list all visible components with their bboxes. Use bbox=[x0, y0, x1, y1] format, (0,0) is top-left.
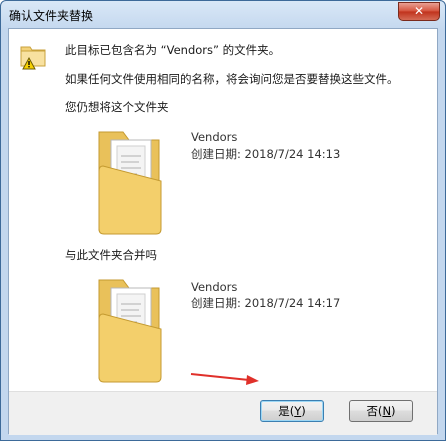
no-mnemonic: N bbox=[382, 404, 392, 418]
yes-button-label: 是( bbox=[278, 404, 295, 418]
title-bar[interactable]: 确认文件夹替换 ✕ bbox=[1, 1, 445, 27]
no-button-label: 否( bbox=[366, 404, 383, 418]
source-folder-icon[interactable] bbox=[81, 274, 181, 384]
message-line-2: 如果任何文件使用相同的名称，将会询问您是否要替换这些文件。 bbox=[65, 72, 399, 86]
confirm-folder-replace-dialog: 确认文件夹替换 ✕ 此目标已包含名为 “Vendors” 的文件夹。 如果任何文… bbox=[0, 0, 446, 441]
target-folder-date: 创建日期: 2018/7/24 14:13 bbox=[191, 147, 341, 161]
close-button[interactable]: ✕ bbox=[398, 2, 440, 21]
message-line-1: 此目标已包含名为 “Vendors” 的文件夹。 bbox=[65, 43, 281, 57]
message-line-3: 您仍想将这个文件夹 bbox=[65, 100, 169, 114]
yes-button-end: ) bbox=[301, 404, 306, 418]
no-button-end: ) bbox=[391, 404, 396, 418]
annotation-arrow-icon bbox=[190, 373, 259, 385]
yes-button[interactable]: 是(Y) bbox=[260, 400, 324, 422]
no-button[interactable]: 否(N) bbox=[349, 400, 413, 422]
folder-warning-icon bbox=[20, 46, 46, 70]
source-folder-date: 创建日期: 2018/7/24 14:17 bbox=[191, 296, 341, 310]
source-folder-name: Vendors bbox=[191, 280, 238, 294]
window-title: 确认文件夹替换 bbox=[9, 9, 94, 23]
message-line-4: 与此文件夹合并吗 bbox=[65, 248, 157, 262]
button-bar: 是(Y) 否(N) bbox=[9, 391, 437, 435]
target-folder-icon[interactable] bbox=[81, 126, 181, 236]
target-folder-name: Vendors bbox=[191, 130, 238, 144]
